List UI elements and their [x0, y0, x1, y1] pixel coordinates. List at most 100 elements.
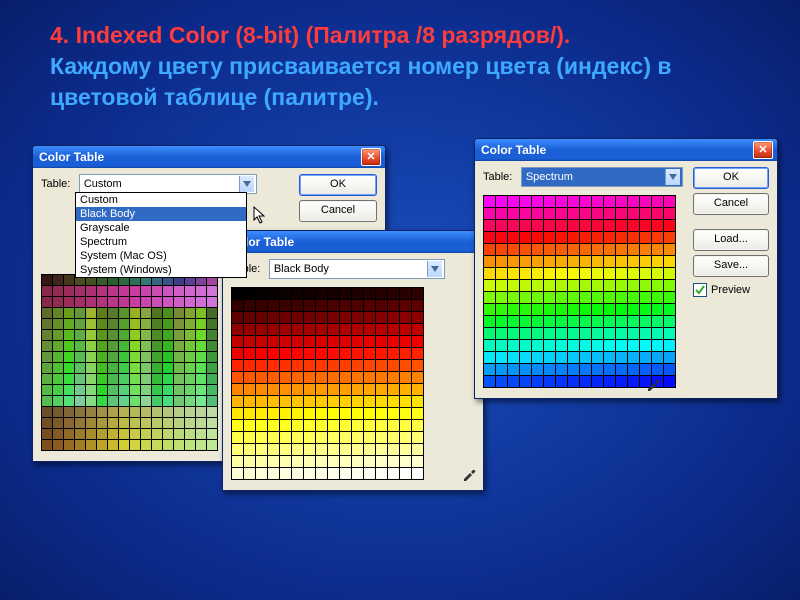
color-swatch[interactable] [400, 348, 411, 359]
color-swatch[interactable] [568, 244, 579, 255]
color-swatch[interactable] [664, 232, 675, 243]
color-swatch[interactable] [163, 352, 173, 362]
color-swatch[interactable] [484, 304, 495, 315]
color-swatch[interactable] [86, 440, 96, 450]
color-swatch[interactable] [152, 407, 162, 417]
color-swatch[interactable] [388, 360, 399, 371]
color-swatch[interactable] [544, 280, 555, 291]
color-swatch[interactable] [544, 268, 555, 279]
color-swatch[interactable] [163, 429, 173, 439]
color-swatch[interactable] [108, 385, 118, 395]
color-swatch[interactable] [544, 340, 555, 351]
color-swatch[interactable] [64, 363, 74, 373]
color-swatch[interactable] [196, 374, 206, 384]
color-swatch[interactable] [580, 232, 591, 243]
color-swatch[interactable] [556, 220, 567, 231]
color-swatch[interactable] [316, 312, 327, 323]
color-swatch[interactable] [304, 432, 315, 443]
color-swatch[interactable] [280, 372, 291, 383]
color-swatch[interactable] [130, 374, 140, 384]
color-swatch[interactable] [520, 304, 531, 315]
color-swatch[interactable] [352, 300, 363, 311]
color-swatch[interactable] [616, 352, 627, 363]
color-swatch[interactable] [141, 297, 151, 307]
color-swatch[interactable] [64, 275, 74, 285]
color-swatch[interactable] [316, 288, 327, 299]
color-swatch[interactable] [174, 407, 184, 417]
color-swatch[interactable] [232, 324, 243, 335]
color-swatch[interactable] [568, 196, 579, 207]
color-swatch[interactable] [316, 396, 327, 407]
color-swatch[interactable] [268, 396, 279, 407]
color-swatch[interactable] [292, 300, 303, 311]
color-swatch[interactable] [604, 208, 615, 219]
color-swatch[interactable] [400, 384, 411, 395]
color-swatch[interactable] [207, 374, 217, 384]
color-swatch[interactable] [196, 352, 206, 362]
color-swatch[interactable] [376, 432, 387, 443]
color-swatch[interactable] [185, 286, 195, 296]
color-swatch[interactable] [508, 316, 519, 327]
color-swatch[interactable] [580, 256, 591, 267]
color-swatch[interactable] [340, 456, 351, 467]
color-swatch[interactable] [328, 348, 339, 359]
color-swatch[interactable] [53, 286, 63, 296]
color-swatch[interactable] [75, 352, 85, 362]
color-swatch[interactable] [232, 420, 243, 431]
color-swatch[interactable] [280, 384, 291, 395]
color-swatch[interactable] [352, 408, 363, 419]
color-swatch[interactable] [75, 297, 85, 307]
color-swatch[interactable] [185, 418, 195, 428]
color-swatch[interactable] [532, 340, 543, 351]
color-swatch[interactable] [496, 280, 507, 291]
chevron-down-icon[interactable] [427, 261, 442, 277]
color-swatch[interactable] [412, 360, 423, 371]
color-swatch[interactable] [97, 407, 107, 417]
color-swatch[interactable] [508, 244, 519, 255]
color-swatch[interactable] [185, 363, 195, 373]
color-swatch[interactable] [568, 352, 579, 363]
color-swatch[interactable] [376, 288, 387, 299]
color-swatch[interactable] [163, 330, 173, 340]
color-swatch[interactable] [616, 316, 627, 327]
color-swatch[interactable] [185, 385, 195, 395]
color-swatch[interactable] [185, 429, 195, 439]
color-swatch[interactable] [364, 300, 375, 311]
color-swatch[interactable] [400, 360, 411, 371]
color-swatch[interactable] [352, 420, 363, 431]
color-swatch[interactable] [304, 456, 315, 467]
color-swatch[interactable] [640, 244, 651, 255]
color-swatch[interactable] [75, 363, 85, 373]
color-swatch[interactable] [484, 376, 495, 387]
color-swatch[interactable] [352, 456, 363, 467]
color-swatch[interactable] [53, 308, 63, 318]
color-swatch[interactable] [86, 385, 96, 395]
color-swatch[interactable] [544, 208, 555, 219]
color-swatch[interactable] [604, 244, 615, 255]
color-swatch[interactable] [376, 444, 387, 455]
color-swatch[interactable] [244, 408, 255, 419]
color-swatch[interactable] [152, 308, 162, 318]
color-swatch[interactable] [484, 280, 495, 291]
color-swatch[interactable] [652, 328, 663, 339]
color-swatch[interactable] [616, 304, 627, 315]
color-swatch[interactable] [592, 196, 603, 207]
color-swatch[interactable] [152, 330, 162, 340]
color-swatch[interactable] [119, 308, 129, 318]
color-swatch[interactable] [185, 374, 195, 384]
color-swatch[interactable] [556, 376, 567, 387]
color-swatch[interactable] [86, 363, 96, 373]
color-swatch[interactable] [532, 208, 543, 219]
color-swatch[interactable] [328, 384, 339, 395]
color-swatch[interactable] [86, 429, 96, 439]
color-swatch[interactable] [316, 336, 327, 347]
color-swatch[interactable] [580, 268, 591, 279]
color-swatch[interactable] [141, 374, 151, 384]
color-swatch[interactable] [508, 376, 519, 387]
preview-checkbox[interactable]: Preview [693, 283, 769, 297]
color-swatch[interactable] [292, 324, 303, 335]
color-swatch[interactable] [616, 376, 627, 387]
color-swatch[interactable] [616, 208, 627, 219]
color-swatch[interactable] [532, 220, 543, 231]
option-grayscale[interactable]: Grayscale [76, 221, 246, 235]
